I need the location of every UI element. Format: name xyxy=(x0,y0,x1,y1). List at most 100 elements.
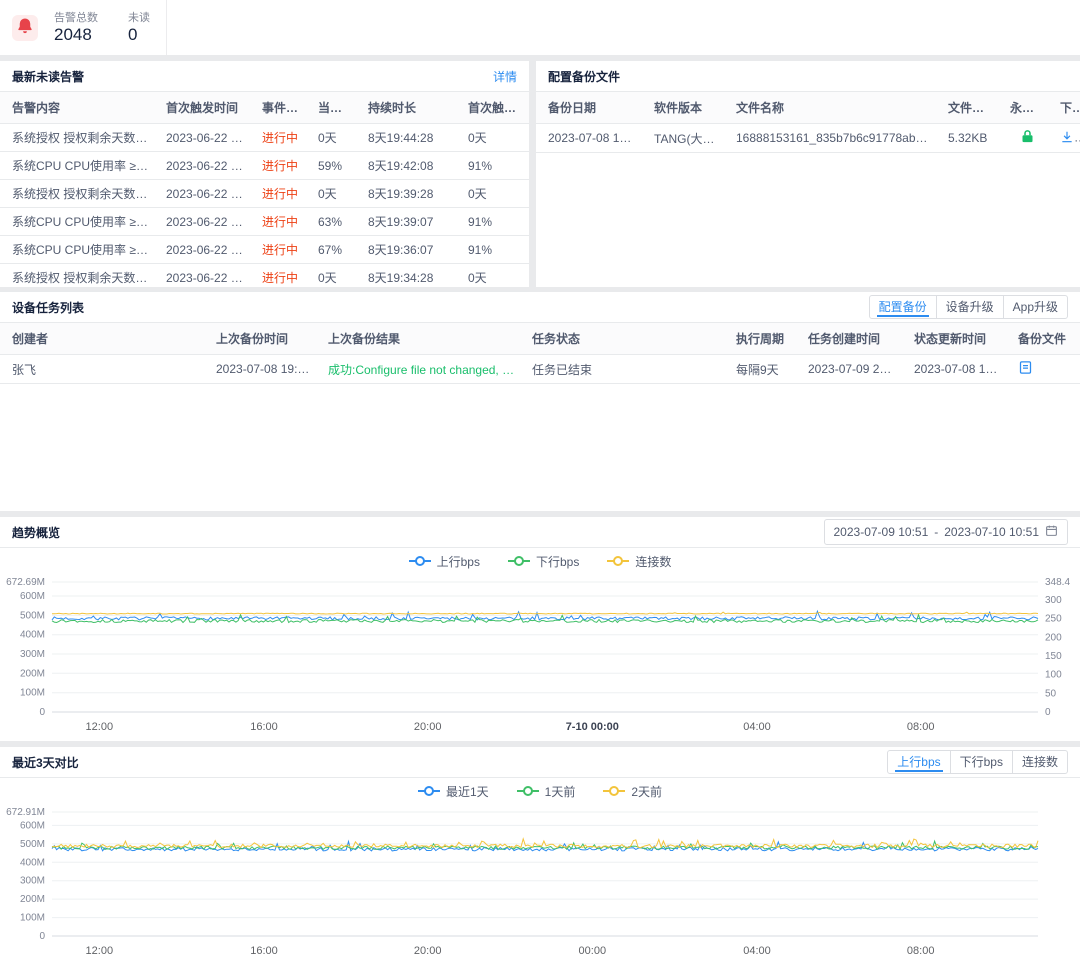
last-backup-result: 成功:Configure file not changed, no need u… xyxy=(320,354,524,384)
legend-item[interactable]: 上行bps xyxy=(408,553,480,570)
legend-label: 1天前 xyxy=(544,784,576,799)
column-header: 上次备份结果 xyxy=(320,323,524,355)
legend-item[interactable]: 连接数 xyxy=(607,553,671,570)
panel-title: 最新未读告警 xyxy=(12,69,85,84)
svg-text:100M: 100M xyxy=(20,688,45,699)
backup-file-row: 2023-07-08 19:21:56TANG(大唐)r4p1,16888153… xyxy=(536,123,1080,153)
legend-label: 下行bps xyxy=(535,554,580,569)
legend-line-icon xyxy=(417,786,440,796)
svg-text:00:00: 00:00 xyxy=(579,945,607,957)
svg-text:0: 0 xyxy=(1045,707,1051,718)
svg-text:12:00: 12:00 xyxy=(86,945,114,957)
alert-row: 系统授权 授权剩余天数 ≤ 15天 2023-06-22 19:29 进行中 0天 8天… xyxy=(0,263,529,292)
svg-text:0: 0 xyxy=(39,707,45,718)
tasks-tab-0[interactable]: 配置备份 xyxy=(868,295,937,319)
column-header: 下载 xyxy=(1052,92,1080,124)
svg-text:600M: 600M xyxy=(20,591,45,602)
svg-text:08:00: 08:00 xyxy=(907,721,935,733)
svg-text:200M: 200M xyxy=(20,894,45,905)
first-trigger-value: 0天 xyxy=(460,123,529,152)
svg-text:100M: 100M xyxy=(20,913,45,924)
status-updated-time: 2023-07-08 19:24:11 xyxy=(906,354,1010,384)
alert-total-value: 2048 xyxy=(54,24,92,44)
first-trigger-value: 0天 xyxy=(460,263,529,292)
topbar-divider xyxy=(166,0,167,55)
first-trigger-value: 91% xyxy=(460,151,529,180)
event-status: 进行中 xyxy=(254,179,310,208)
tasks-tab-2[interactable]: App升级 xyxy=(1002,295,1068,319)
task-status: 任务已结束 xyxy=(524,354,728,384)
first-trigger-value: 91% xyxy=(460,235,529,264)
tasks-tab-1[interactable]: 设备升级 xyxy=(935,295,1004,319)
current-value: 59% xyxy=(310,151,360,180)
legend-label: 连接数 xyxy=(635,554,672,569)
date-range-picker[interactable]: 2023-07-09 10:51 - 2023-07-10 10:51 xyxy=(823,519,1068,545)
compare-tab-2[interactable]: 连接数 xyxy=(1011,750,1068,774)
alert-bell-button[interactable] xyxy=(12,14,38,41)
compare-chart-legend: 最近1天 1天前 2天前 xyxy=(0,778,1080,804)
duration: 8天19:42:08 xyxy=(360,151,460,180)
column-header: 文件名称 xyxy=(728,92,940,124)
legend-item[interactable]: 1天前 xyxy=(516,783,576,800)
svg-text:300M: 300M xyxy=(20,876,45,887)
svg-text:16:00: 16:00 xyxy=(250,945,278,957)
current-value: 63% xyxy=(310,207,360,236)
date-range-end: 2023-07-10 10:51 xyxy=(944,525,1039,539)
download-icon[interactable] xyxy=(1060,130,1074,147)
legend-line-icon xyxy=(507,556,530,566)
first-trigger-value: 0天 xyxy=(460,179,529,208)
exec-cycle: 每隔9天 xyxy=(728,354,800,384)
panel-title: 配置备份文件 xyxy=(548,69,621,84)
task-created-time: 2023-07-09 22:20:19 xyxy=(800,354,906,384)
first-trigger-time: 2023-06-22 19:29 xyxy=(158,123,254,152)
legend-item[interactable]: 最近1天 xyxy=(417,783,489,800)
legend-line-icon xyxy=(603,786,626,796)
event-status: 进行中 xyxy=(254,207,310,236)
svg-text:0: 0 xyxy=(39,931,45,942)
alerts-detail-link[interactable]: 详情 xyxy=(493,68,517,85)
current-value: 0天 xyxy=(310,123,360,152)
latest-alerts-panel: 最新未读告警 详情 告警内容 首次触发时间 事件状态 当前值 持续时长 首次触发值 系统授… xyxy=(0,61,529,320)
alert-row: 系统CPU CPU使用率 ≥ 50% 2023-06-22 19:29 进行中 59%… xyxy=(0,151,529,180)
column-header: 执行周期 xyxy=(728,323,800,355)
three-day-compare-panel: 最近3天对比 上行bps 下行bps 连接数 最近1天 1天前 2天前 672.91M 6… xyxy=(0,747,1080,967)
panel-title: 趋势概览 xyxy=(12,525,61,540)
current-value: 0天 xyxy=(310,263,360,292)
panel-title: 最近3天对比 xyxy=(12,755,79,770)
file-size: 5.32KB xyxy=(940,123,1002,153)
svg-text:600M: 600M xyxy=(20,820,45,831)
svg-text:04:00: 04:00 xyxy=(743,721,771,733)
alert-content: 系统CPU CPU使用率 ≥ 50% xyxy=(0,235,158,264)
legend-label: 上行bps xyxy=(436,554,480,569)
alert-content: 系统CPU CPU使用率 ≥ 50% xyxy=(0,207,158,236)
svg-text:150: 150 xyxy=(1045,651,1062,662)
legend-line-icon xyxy=(516,786,539,796)
svg-text:672.69M: 672.69M xyxy=(6,577,45,588)
first-trigger-time: 2023-06-22 19:29 xyxy=(158,179,254,208)
legend-item[interactable]: 2天前 xyxy=(603,783,662,800)
svg-text:300: 300 xyxy=(1045,595,1062,606)
svg-text:300M: 300M xyxy=(20,649,45,660)
duration: 8天19:44:28 xyxy=(360,123,460,152)
event-status: 进行中 xyxy=(254,123,310,152)
current-value: 67% xyxy=(310,235,360,264)
legend-item[interactable]: 下行bps xyxy=(507,553,580,570)
backup-file-icon[interactable] xyxy=(1018,360,1033,378)
column-header: 持续时长 xyxy=(360,92,460,124)
legend-line-icon xyxy=(408,556,431,566)
alerts-table: 告警内容 首次触发时间 事件状态 当前值 持续时长 首次触发值 系统授权 授权剩余天数 ≤… xyxy=(0,92,529,320)
alert-content: 系统授权 授权剩余天数 ≤ 15天 xyxy=(0,123,158,152)
svg-text:7-10 00:00: 7-10 00:00 xyxy=(566,721,619,733)
current-value: 0天 xyxy=(310,179,360,208)
event-status: 进行中 xyxy=(254,263,310,292)
lock-green-icon[interactable] xyxy=(1020,129,1035,147)
unread-value: 0 xyxy=(128,24,138,44)
svg-text:20:00: 20:00 xyxy=(414,721,442,733)
alert-total-label: 告警总数 xyxy=(54,11,98,24)
column-header: 上次备份时间 xyxy=(208,323,320,355)
first-trigger-time: 2023-06-22 19:29 xyxy=(158,207,254,236)
compare-tab-1[interactable]: 下行bps xyxy=(949,750,1013,774)
column-header: 告警内容 xyxy=(0,92,158,124)
compare-tab-0[interactable]: 上行bps xyxy=(887,750,951,774)
column-header: 当前值 xyxy=(310,92,360,124)
